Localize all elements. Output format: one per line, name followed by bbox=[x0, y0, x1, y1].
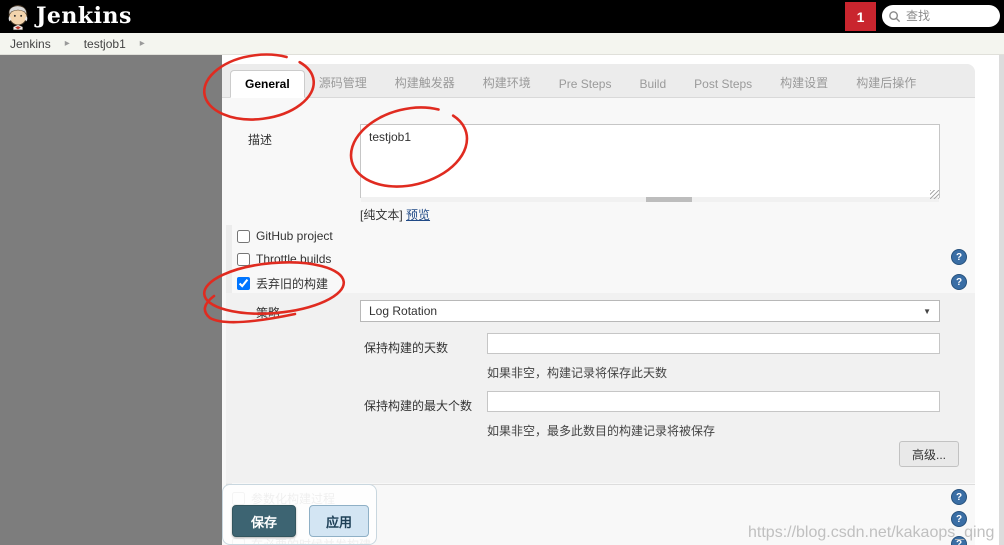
search-input[interactable] bbox=[904, 8, 994, 24]
tab-source-management[interactable]: 源码管理 bbox=[305, 68, 381, 97]
save-button[interactable]: 保存 bbox=[232, 505, 296, 537]
github-project-label[interactable]: GitHub project bbox=[256, 229, 333, 243]
breadcrumb-separator-icon: ▸ bbox=[139, 38, 145, 49]
watermark: https://blog.csdn.net/kakaops_qing bbox=[748, 524, 995, 541]
throttle-builds-checkbox[interactable] bbox=[237, 252, 250, 266]
tab-build[interactable]: Build bbox=[625, 71, 680, 97]
strategy-label: 策略 bbox=[256, 306, 281, 320]
option-row-throttle-builds: Throttle builds bbox=[237, 252, 331, 266]
tab-build-environment[interactable]: 构建环境 bbox=[469, 68, 545, 97]
description-textarea[interactable] bbox=[360, 124, 940, 198]
option-row-github-project: GitHub project bbox=[237, 229, 333, 243]
github-project-checkbox[interactable] bbox=[237, 229, 250, 243]
discard-old-builds-checkbox[interactable] bbox=[237, 277, 250, 290]
tab-build-settings[interactable]: 构建设置 bbox=[766, 68, 842, 97]
breadcrumb-item-testjob1[interactable]: testjob1 bbox=[84, 37, 126, 51]
tab-general[interactable]: General bbox=[230, 70, 305, 98]
jenkins-config-page: Jenkins 1 Jenkins ▸ testjob1 ▸ General 源… bbox=[0, 0, 1004, 545]
tab-pre-steps[interactable]: Pre Steps bbox=[545, 71, 626, 97]
markup-format-row: [纯文本] 预览 bbox=[360, 206, 430, 223]
days-to-keep-label: 保持构建的天数 bbox=[364, 341, 449, 355]
breadcrumb-separator-icon: ▸ bbox=[64, 38, 70, 49]
alert-count-badge[interactable]: 1 bbox=[845, 2, 876, 31]
tab-build-triggers[interactable]: 构建触发器 bbox=[381, 68, 469, 97]
throttle-builds-label[interactable]: Throttle builds bbox=[256, 252, 331, 266]
discard-old-builds-label[interactable]: 丢弃旧的构建 bbox=[256, 275, 328, 292]
help-icon[interactable]: ? bbox=[951, 274, 967, 290]
tab-post-build-actions[interactable]: 构建后操作 bbox=[842, 68, 930, 97]
breadcrumb-item-jenkins[interactable]: Jenkins bbox=[10, 37, 51, 51]
tab-post-steps[interactable]: Post Steps bbox=[680, 71, 766, 97]
breadcrumb: Jenkins ▸ testjob1 ▸ bbox=[0, 33, 1004, 55]
description-label: 描述 bbox=[248, 133, 273, 147]
max-builds-help: 如果非空，最多此数目的构建记录将被保存 bbox=[487, 424, 716, 438]
preview-link[interactable]: 预览 bbox=[406, 208, 430, 222]
apply-button[interactable]: 应用 bbox=[309, 505, 369, 537]
jenkins-logo-icon[interactable] bbox=[4, 3, 32, 34]
strategy-selected-value: Log Rotation bbox=[369, 304, 438, 318]
search-box[interactable] bbox=[882, 5, 1000, 27]
textarea-hscrollbar[interactable] bbox=[361, 197, 939, 202]
markup-format-label: [纯文本] bbox=[360, 208, 403, 222]
max-builds-input[interactable] bbox=[487, 391, 940, 412]
advanced-button[interactable]: 高级... bbox=[899, 441, 959, 467]
search-icon bbox=[888, 10, 901, 23]
page-scrollbar[interactable] bbox=[999, 55, 1004, 545]
hscrollbar-thumb[interactable] bbox=[646, 197, 692, 202]
config-tab-bar: General 源码管理 构建触发器 构建环境 Pre Steps Build … bbox=[222, 64, 975, 98]
help-icon[interactable]: ? bbox=[951, 249, 967, 265]
select-arrow-icon: ▼ bbox=[923, 306, 931, 316]
app-title[interactable]: Jenkins bbox=[36, 3, 132, 29]
option-row-discard-old-builds: 丢弃旧的构建 bbox=[237, 275, 328, 292]
days-to-keep-help: 如果非空，构建记录将保存此天数 bbox=[487, 366, 668, 380]
days-to-keep-input[interactable] bbox=[487, 333, 940, 354]
strategy-select[interactable]: Log Rotation ▼ bbox=[360, 300, 940, 322]
help-icon[interactable]: ? bbox=[951, 489, 967, 505]
max-builds-label: 保持构建的最大个数 bbox=[364, 399, 473, 413]
left-masked-sidebar bbox=[0, 55, 222, 545]
textarea-resize-handle-icon[interactable] bbox=[930, 190, 939, 199]
